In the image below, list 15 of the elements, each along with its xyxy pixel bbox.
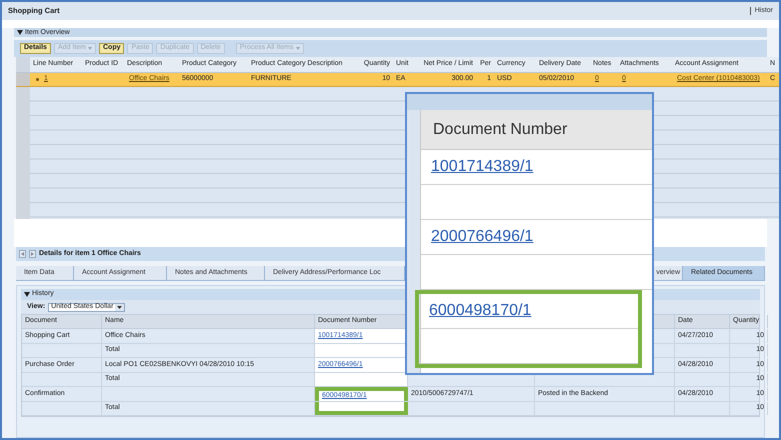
caret-icon xyxy=(88,47,92,50)
document-link[interactable]: 1001714389/1 xyxy=(431,155,534,179)
caret-icon xyxy=(296,47,300,50)
document-link[interactable]: 6000498170/1 xyxy=(429,299,532,323)
column-header: Document Number xyxy=(421,110,652,150)
dropdown-arrow-icon[interactable] xyxy=(115,304,124,310)
bullet-icon xyxy=(36,78,39,81)
document-link[interactable]: 2000766496/1 xyxy=(431,225,534,249)
left-arrow-icon xyxy=(21,252,24,256)
previous-button[interactable] xyxy=(19,250,26,258)
expand-icon[interactable] xyxy=(17,30,23,35)
expand-icon[interactable] xyxy=(24,292,30,297)
right-arrow-icon xyxy=(31,252,34,256)
next-button[interactable] xyxy=(29,250,36,258)
select-all-cell[interactable] xyxy=(16,57,30,72)
